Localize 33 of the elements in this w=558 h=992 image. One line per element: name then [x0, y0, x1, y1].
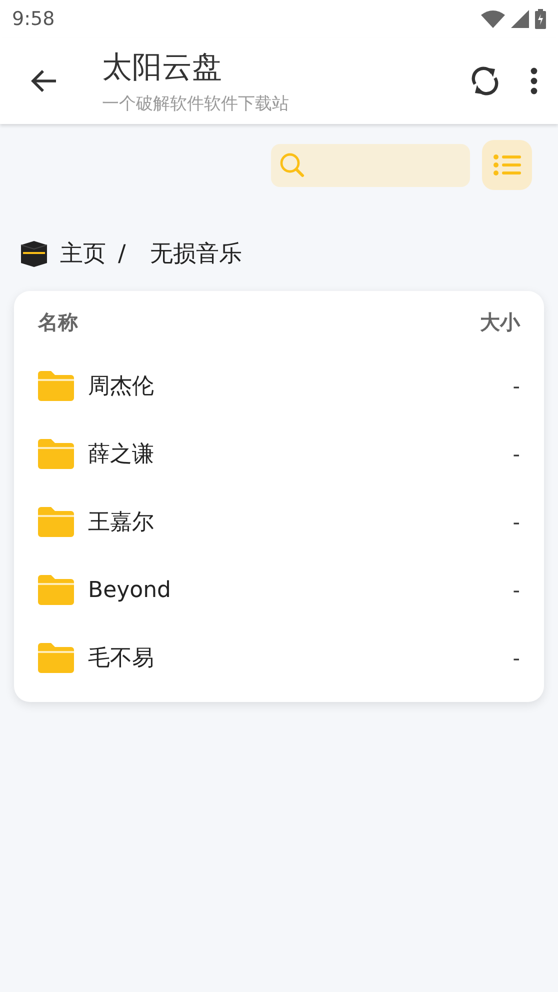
breadcrumb-item[interactable]: 无损音乐 [150, 238, 242, 269]
folder-name[interactable]: 王嘉尔 [88, 507, 513, 537]
refresh-icon [470, 64, 500, 98]
folder-icon [38, 371, 74, 401]
column-header: 大小 [480, 309, 520, 336]
folder-name[interactable]: 薛之谦 [88, 439, 513, 469]
signal-icon [511, 10, 529, 28]
folder-size: - [512, 442, 520, 466]
folder-name[interactable]: 周杰伦 [88, 371, 513, 401]
folder-size: - [512, 646, 520, 670]
column-header: 名称 [38, 309, 78, 336]
cube-icon [20, 240, 48, 268]
folder-icon [38, 507, 74, 537]
folder-name[interactable]: 毛不易 [88, 643, 513, 673]
breadcrumb-item[interactable]: 主页 [60, 238, 106, 269]
more-icon [530, 67, 538, 95]
breadcrumb-separator: / [118, 240, 126, 266]
list-icon [493, 154, 521, 176]
folder-size: - [512, 578, 520, 602]
folder-name[interactable]: Beyond [88, 578, 513, 602]
app-subtitle: 一个破解软件软件下载站 [102, 93, 290, 115]
battery-icon [535, 9, 546, 29]
folder-size: - [512, 510, 520, 534]
folder-icon [38, 439, 74, 469]
status-time: 9:58 [12, 8, 55, 30]
search-field[interactable] [271, 144, 470, 187]
folder-size: - [512, 374, 520, 398]
app-title: 太阳云盘 [102, 49, 223, 87]
folder-icon [38, 575, 74, 605]
back-arrow-icon [30, 69, 58, 93]
wifi-icon [481, 10, 505, 28]
search-icon [279, 152, 307, 180]
folder-icon [38, 643, 74, 673]
